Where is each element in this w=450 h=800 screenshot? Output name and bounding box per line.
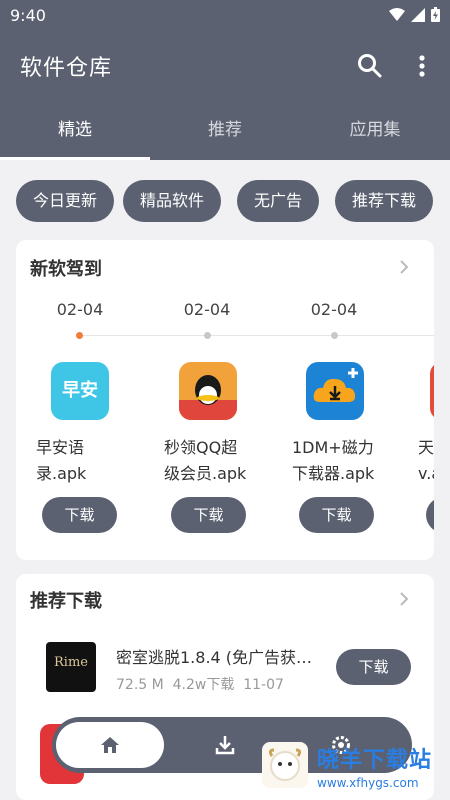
chip-premium-software[interactable]: 精品软件 xyxy=(123,180,221,222)
app-icon-rime[interactable]: Rime xyxy=(46,642,96,692)
download-button[interactable]: 下载 xyxy=(42,497,117,533)
page-title: 软件仓库 xyxy=(20,56,113,81)
battery-icon xyxy=(431,7,440,22)
download-button[interactable]: 下载 xyxy=(336,649,411,685)
new-software-card: 新软驾到 02-04 02-04 02-04 早安 早安语 录.apk 下载 秒… xyxy=(16,240,434,560)
app-icon-qq[interactable] xyxy=(179,362,237,420)
app-name[interactable]: 天 v.a xyxy=(418,435,434,487)
chevron-right-icon[interactable] xyxy=(398,591,410,607)
nav-home[interactable] xyxy=(56,722,164,768)
tab-indicator xyxy=(0,157,150,160)
app-bar: 9:40 软件仓库 精选 推荐 应用集 xyxy=(0,0,450,160)
timeline-dot xyxy=(331,332,338,339)
download-button[interactable]: 下载 xyxy=(299,497,374,533)
app-icon-morning[interactable]: 早安 xyxy=(51,362,109,420)
chip-today-updates[interactable]: 今日更新 xyxy=(16,180,114,222)
app-meta: 72.5 M 4.2w下载 11-07 xyxy=(116,674,284,694)
app-name[interactable]: 密室逃脱1.8.4 (免广告获… xyxy=(116,644,326,668)
tab-bar: 精选 推荐 应用集 xyxy=(0,110,450,160)
date-label: 02-04 xyxy=(310,300,358,319)
download-button[interactable]: 下载 xyxy=(171,497,246,533)
date-label: 02-04 xyxy=(183,300,231,319)
section-title: 推荐下载 xyxy=(30,591,102,612)
wifi-icon xyxy=(389,7,405,21)
tab-featured[interactable]: 精选 xyxy=(0,110,150,156)
timeline-dot xyxy=(204,332,211,339)
tab-collections[interactable]: 应用集 xyxy=(300,110,450,156)
app-icon-1dm[interactable] xyxy=(306,362,364,420)
timeline-line xyxy=(82,335,434,336)
watermark-mascot xyxy=(262,742,308,788)
download-button[interactable] xyxy=(426,497,434,533)
home-icon xyxy=(101,737,119,753)
section-title: 新软驾到 xyxy=(30,259,102,280)
status-bar: 9:40 xyxy=(0,0,450,30)
app-downloads: 4.2w下载 xyxy=(172,677,235,693)
app-name[interactable]: 1DM+磁力 下载器.apk xyxy=(292,435,412,487)
timeline-dot-active xyxy=(76,332,83,339)
more-options-icon[interactable] xyxy=(412,54,432,78)
app-size: 72.5 M xyxy=(116,677,164,693)
app-name[interactable]: 早安语 录.apk xyxy=(36,435,156,487)
watermark-url: www.xfhygs.com xyxy=(317,776,419,790)
category-chips: 今日更新 精品软件 无广告 推荐下载 xyxy=(0,180,450,222)
download-icon[interactable] xyxy=(214,734,236,756)
status-icons xyxy=(389,7,440,22)
watermark-text: 晓羊下载站 xyxy=(317,748,433,773)
app-date: 11-07 xyxy=(243,677,284,693)
app-name[interactable]: 秒领QQ超 级会员.apk xyxy=(164,435,284,487)
chip-no-ads[interactable]: 无广告 xyxy=(237,180,319,222)
signal-icon xyxy=(411,7,425,22)
date-label: 02-04 xyxy=(56,300,104,319)
tab-recommended[interactable]: 推荐 xyxy=(150,110,300,156)
search-icon[interactable] xyxy=(357,53,383,79)
chevron-right-icon[interactable] xyxy=(398,259,410,275)
chip-recommended-downloads[interactable]: 推荐下载 xyxy=(335,180,433,222)
status-time: 9:40 xyxy=(10,6,46,25)
app-icon-partial[interactable] xyxy=(430,362,434,420)
